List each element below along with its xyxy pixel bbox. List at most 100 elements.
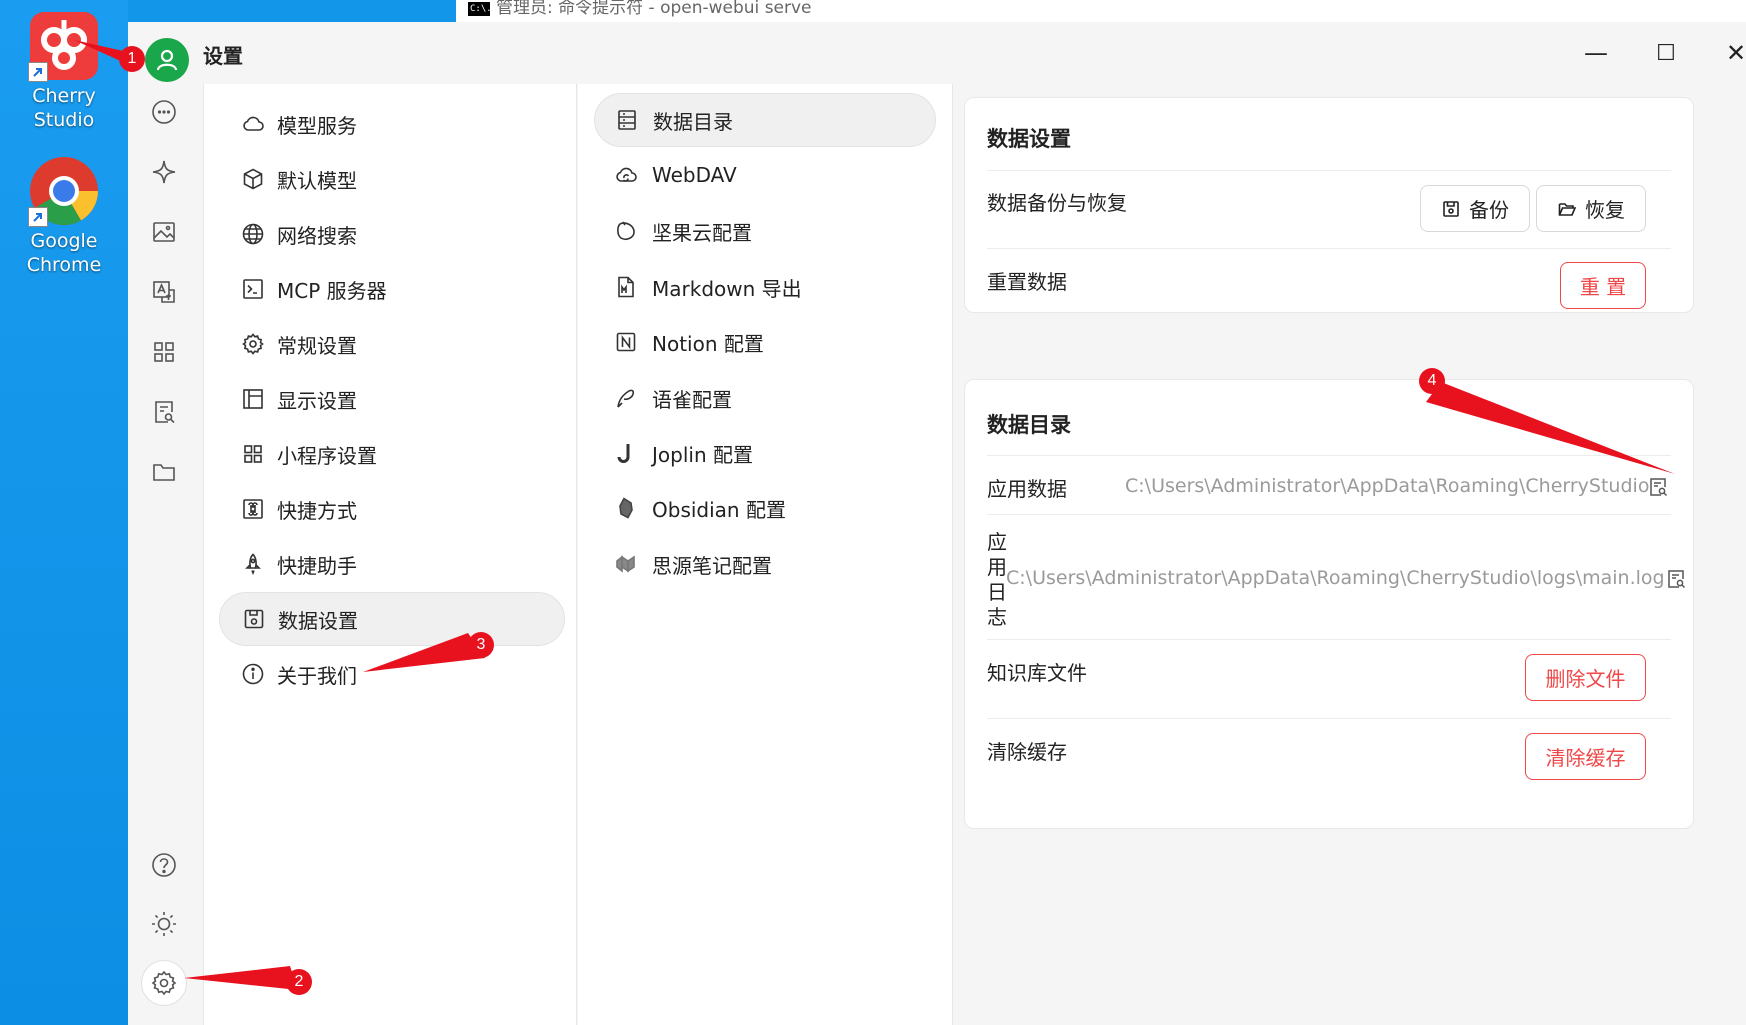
- settings-button[interactable]: [141, 960, 187, 1006]
- desktop-icon-label: Google: [30, 230, 98, 252]
- folder-open-icon: [1558, 202, 1577, 216]
- files-button[interactable]: [141, 449, 187, 495]
- sub-item-siyuan[interactable]: 思源笔记配置: [594, 537, 936, 591]
- menu-item-general-settings[interactable]: 常规设置: [219, 317, 565, 371]
- sub-item-webdav[interactable]: WebDAV: [594, 148, 936, 202]
- divider: [987, 248, 1671, 249]
- app-log-label-char: 志: [987, 605, 1007, 629]
- cloud-sync-icon: [616, 167, 637, 182]
- database-icon: [618, 110, 636, 130]
- sub-item-markdown-export[interactable]: Markdown 导出: [594, 260, 936, 314]
- chrome-icon: [28, 155, 100, 227]
- restore-button[interactable]: 恢复: [1536, 185, 1646, 232]
- sub-item-label: Obsidian 配置: [652, 497, 786, 522]
- annotation-badge-1: 1: [119, 46, 145, 72]
- menu-item-label: 快捷助手: [277, 553, 357, 578]
- desktop-icon-label: Chrome: [26, 254, 102, 276]
- sub-item-notion[interactable]: Notion 配置: [594, 315, 936, 369]
- app-data-label: 应用数据: [987, 477, 1067, 501]
- divider: [987, 455, 1671, 456]
- open-app-log-button[interactable]: [1665, 568, 1687, 590]
- avatar[interactable]: [145, 38, 189, 82]
- menu-item-label: 快捷方式: [277, 498, 357, 523]
- agents-button[interactable]: [141, 149, 187, 195]
- joplin-icon: [617, 444, 630, 463]
- desktop-icon-label: Cherry: [32, 85, 96, 107]
- menu-item-web-search[interactable]: 网络搜索: [219, 207, 565, 261]
- siyuan-icon: [616, 555, 635, 573]
- menu-item-default-model[interactable]: 默认模型: [219, 152, 565, 206]
- knowledge-button[interactable]: [141, 389, 187, 435]
- app-data-path: C:\Users\Administrator\AppData\Roaming\C…: [1125, 475, 1650, 497]
- delete-files-button[interactable]: 删除文件: [1525, 654, 1646, 701]
- save-icon: [1443, 200, 1459, 217]
- sub-item-obsidian[interactable]: Obsidian 配置: [594, 481, 936, 535]
- cherry-studio-window: 设置 — ☐ ✕ 模型服务 默认模型 网络搜索 MCP 服务器 常规设置 显示设…: [128, 22, 1746, 1025]
- app-log-path: C:\Users\Administrator\AppData\Roaming\C…: [1006, 567, 1665, 589]
- maximize-button[interactable]: ☐: [1644, 34, 1688, 72]
- theme-toggle-button[interactable]: [141, 901, 187, 947]
- menu-item-miniapp-settings[interactable]: 小程序设置: [219, 427, 565, 481]
- cube-icon: [243, 168, 263, 190]
- desktop-icon-cherry-studio[interactable]: Cherry Studio: [8, 10, 120, 132]
- help-button[interactable]: [141, 842, 187, 888]
- divider: [987, 170, 1671, 171]
- menu-item-label: 网络搜索: [277, 223, 357, 248]
- open-app-data-button[interactable]: [1647, 476, 1669, 498]
- menu-item-mcp-servers[interactable]: MCP 服务器: [219, 262, 565, 316]
- card-title: 数据目录: [987, 413, 1071, 437]
- clear-cache-button[interactable]: 清除缓存: [1525, 733, 1646, 780]
- menu-item-label: 显示设置: [277, 388, 357, 413]
- reset-button[interactable]: 重 置: [1560, 262, 1646, 309]
- chat-icon: [152, 100, 176, 124]
- sub-item-yuque[interactable]: 语雀配置: [594, 371, 936, 425]
- desktop-icon-label: Studio: [33, 109, 95, 131]
- chat-button[interactable]: [141, 89, 187, 135]
- notion-icon: [616, 332, 636, 352]
- shortcut-arrow-icon: [28, 62, 48, 82]
- sub-item-nutstore[interactable]: 坚果云配置: [594, 204, 936, 258]
- restore-button-label: 恢复: [1585, 198, 1625, 222]
- sub-item-label: 思源笔记配置: [652, 553, 772, 578]
- desktop-icon-google-chrome[interactable]: Google Chrome: [8, 155, 120, 277]
- menu-item-model-service[interactable]: 模型服务: [219, 97, 565, 151]
- apps-grid-icon: [154, 342, 174, 362]
- backup-button[interactable]: 备份: [1420, 185, 1530, 232]
- menu-item-quick-assistant[interactable]: 快捷助手: [219, 537, 565, 591]
- apps-button[interactable]: [141, 329, 187, 375]
- data-directory-card: 数据目录 应用数据 C:\Users\Administrator\AppData…: [964, 379, 1694, 829]
- sub-item-label: 语雀配置: [652, 387, 732, 412]
- close-button[interactable]: ✕: [1714, 34, 1746, 72]
- doc-search-icon: [1668, 570, 1686, 589]
- settings-gear-icon: [151, 970, 177, 996]
- sub-item-label: Joplin 配置: [652, 442, 753, 467]
- background-cmd-window[interactable]: C:\. 管理员: 命令提示符 - open-webui serve: [456, 0, 1746, 22]
- menu-item-about[interactable]: 关于我们: [219, 647, 565, 701]
- menu-item-display-settings[interactable]: 显示设置: [219, 372, 565, 426]
- divider: [987, 718, 1671, 719]
- menu-item-label: 模型服务: [277, 113, 357, 138]
- sub-item-data-directory[interactable]: 数据目录: [594, 93, 936, 147]
- annotation-badge-2: 2: [286, 969, 312, 995]
- command-icon: [243, 499, 263, 519]
- minimize-button[interactable]: —: [1574, 34, 1618, 72]
- sub-item-joplin[interactable]: Joplin 配置: [594, 426, 936, 480]
- layout-icon: [243, 389, 263, 409]
- menu-item-data-settings[interactable]: 数据设置: [219, 592, 565, 646]
- grid-icon: [244, 445, 262, 463]
- menu-item-label: 关于我们: [277, 663, 357, 688]
- data-submenu: 数据目录 WebDAV 坚果云配置 Markdown 导出 Notion 配置 …: [578, 84, 953, 1025]
- reset-data-label: 重置数据: [987, 270, 1067, 294]
- translate-button[interactable]: [141, 269, 187, 315]
- data-settings-card: 数据设置 数据备份与恢复 备份 恢复 重置数据 重 置: [964, 97, 1694, 313]
- doc-search-icon: [155, 401, 175, 424]
- info-icon: [242, 663, 264, 685]
- sub-item-label: WebDAV: [652, 163, 737, 187]
- kb-files-label: 知识库文件: [987, 661, 1087, 685]
- help-icon: [152, 853, 176, 877]
- menu-item-shortcuts[interactable]: 快捷方式: [219, 482, 565, 536]
- nut-icon: [617, 221, 635, 240]
- data-content-panel: 数据设置 数据备份与恢复 备份 恢复 重置数据 重 置 数据目录 应用数据 C:…: [954, 84, 1746, 1025]
- app-log-label-char: 应: [987, 530, 1007, 554]
- paintings-button[interactable]: [141, 209, 187, 255]
